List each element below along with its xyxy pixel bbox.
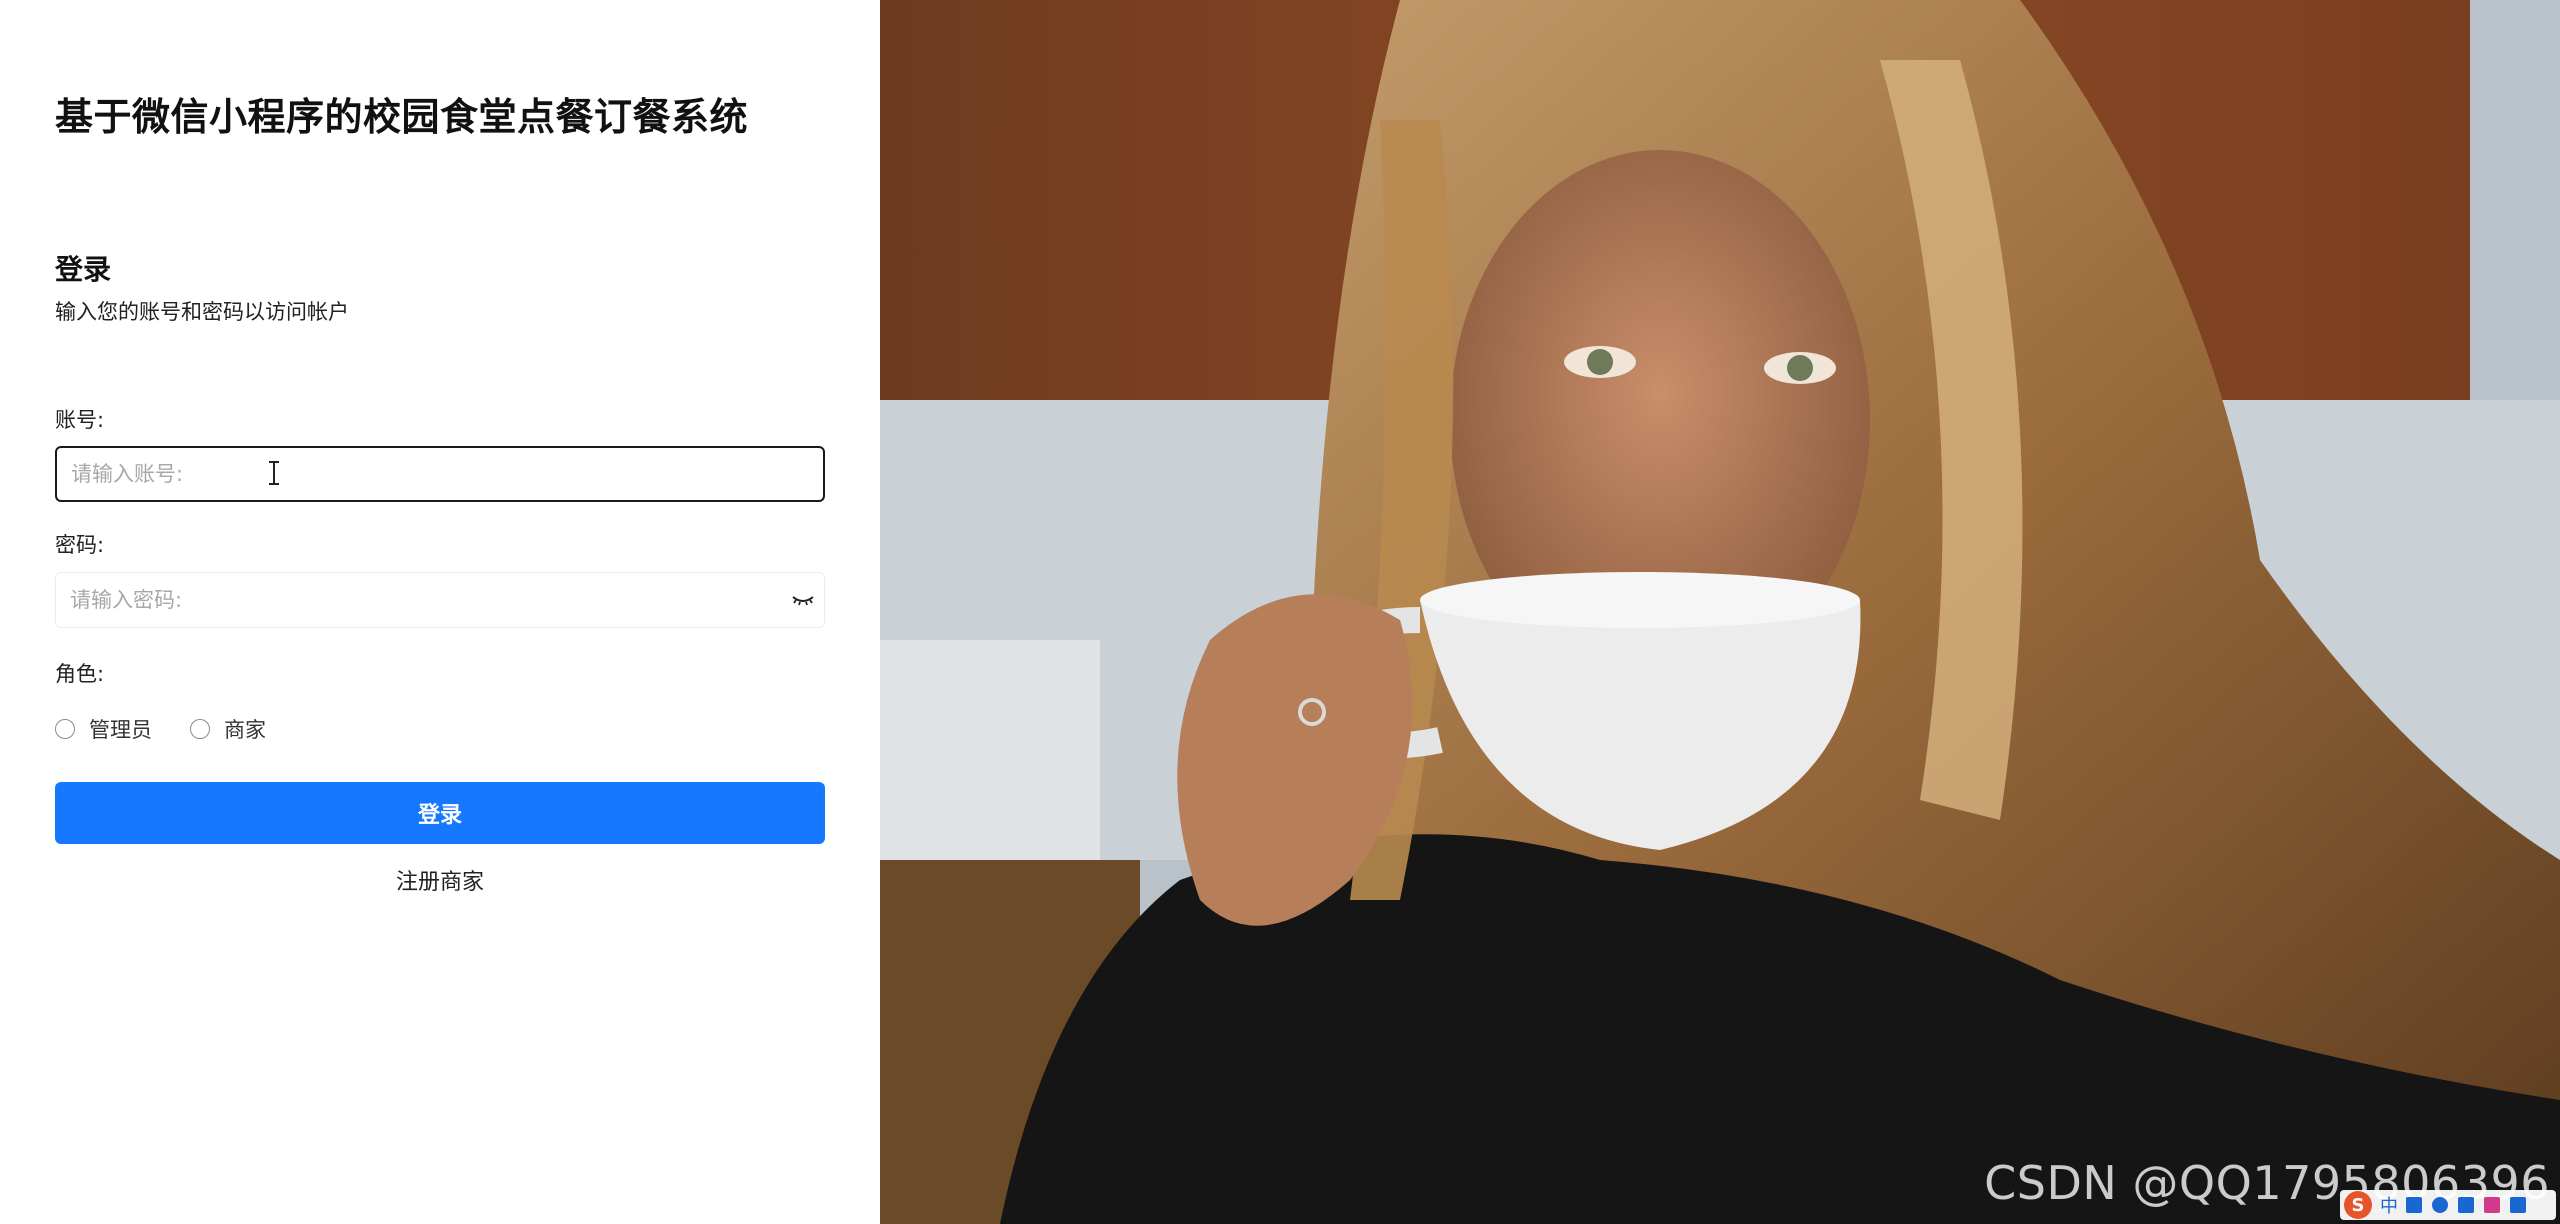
ime-toolbar[interactable]: S 中 (2340, 1190, 2556, 1220)
eye-closed-icon[interactable] (790, 588, 816, 612)
keyboard-icon[interactable] (2458, 1197, 2474, 1213)
role-option-merchant[interactable]: 商家 (190, 714, 266, 744)
hero-photo-illustration (880, 0, 2560, 1224)
register-merchant-link[interactable]: 注册商家 (55, 864, 825, 896)
role-label: 角色: (55, 662, 105, 686)
toolbox-icon[interactable] (2510, 1197, 2526, 1213)
account-input[interactable] (57, 448, 823, 500)
page-title: 基于微信小程序的校园食堂点餐订餐系统 (55, 95, 749, 139)
login-panel: 基于微信小程序的校园食堂点餐订餐系统 登录 输入您的账号和密码以访问帐户 账号:… (0, 0, 880, 1224)
password-input[interactable] (56, 573, 824, 627)
ime-mode[interactable]: 中 (2380, 1192, 2398, 1218)
microphone-icon[interactable] (2432, 1197, 2448, 1213)
password-field[interactable] (55, 572, 825, 628)
account-label: 账号: (55, 408, 105, 432)
punctuation-icon[interactable] (2406, 1197, 2422, 1213)
role-option-admin[interactable]: 管理员 (55, 714, 152, 744)
account-field[interactable] (55, 446, 825, 502)
role-option-label: 管理员 (89, 718, 152, 742)
login-button[interactable]: 登录 (55, 782, 825, 844)
password-label: 密码: (55, 533, 105, 557)
role-radio-group: 管理员 商家 (55, 714, 304, 744)
login-heading: 登录 (55, 253, 112, 286)
login-subtitle: 输入您的账号和密码以访问帐户 (55, 300, 349, 324)
role-option-label: 商家 (224, 718, 266, 742)
skin-icon[interactable] (2484, 1197, 2500, 1213)
hero-image (880, 0, 2560, 1224)
sogou-ime-icon[interactable]: S (2344, 1191, 2372, 1219)
text-cursor-icon (269, 461, 279, 485)
radio-circle-merchant[interactable] (190, 719, 210, 739)
radio-circle-admin[interactable] (55, 719, 75, 739)
